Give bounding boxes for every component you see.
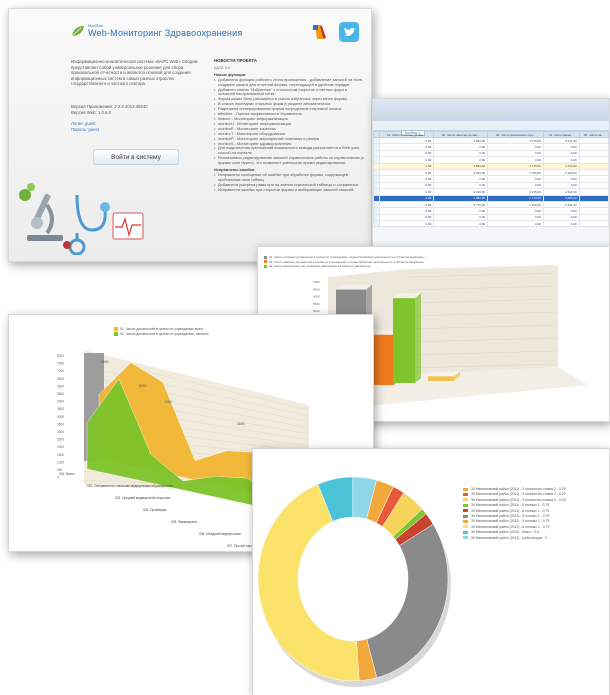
twitter-link[interactable] xyxy=(339,22,359,42)
news-item: Исправлена ошибка при открытии формы и в… xyxy=(214,187,364,193)
y-tick-label: 2500 xyxy=(57,438,64,442)
data-label: 7000 xyxy=(164,400,172,404)
legend-swatch xyxy=(463,520,468,524)
data-label: 8000 xyxy=(139,384,147,388)
y-tick-label: 6000 xyxy=(313,295,320,299)
x-tick-label: 004. Провизоры xyxy=(143,508,167,512)
table-row[interactable]: 0.00 0.00 0.00 0.00 xyxy=(373,220,609,228)
y-tick-label: 5500 xyxy=(313,302,320,306)
web-lab-logo-icon xyxy=(313,25,326,39)
twitter-icon xyxy=(343,27,355,36)
legend-label: 30 Механический район (2012) - 8 полных … xyxy=(471,519,550,524)
y-tick-label: 1500 xyxy=(57,453,64,457)
legend-swatch xyxy=(463,530,468,534)
bar[interactable] xyxy=(393,293,421,383)
legend-label: 30 Механический район (2011) - 8 полных … xyxy=(471,508,550,513)
y-tick-label: 5000 xyxy=(313,309,320,313)
x-tick-label: 006. Младший медперсонал xyxy=(199,532,241,536)
y-tick-label: 4000 xyxy=(57,415,64,419)
table-cell[interactable]: 0.00 xyxy=(542,220,580,228)
login-window: MedStat Web-Мониторинг Здравоохранения И… xyxy=(8,8,372,262)
window-header xyxy=(373,99,609,121)
y-tick-label: 8000 xyxy=(57,354,64,358)
y-tick-label: 3000 xyxy=(57,430,64,434)
y-tick-label: 7500 xyxy=(57,362,64,366)
brand-name: Web-Мониторинг Здравоохранения xyxy=(88,28,243,38)
donut-chart-legend: 30 Механический район (2011) - 3 полност… xyxy=(463,487,566,541)
flask-icon xyxy=(63,241,71,249)
password-line: Пароль: guest xyxy=(71,127,99,132)
legend-swatch xyxy=(463,525,468,529)
fixed-bugs-list: Исправлено сообщение об ошибке при обраб… xyxy=(214,172,364,193)
app-brand: MedStat Web-Мониторинг Здравоохранения xyxy=(71,23,242,38)
data-label: 3600 xyxy=(237,422,245,426)
legend-swatch xyxy=(463,493,468,497)
legend-swatch xyxy=(463,509,468,513)
legend-label: 30 Механический район (2012) - 8 полных … xyxy=(471,524,550,529)
table-body: 0.00 4 800,00 4 175,00 4 611,00 0.00 0.00 0.00… xyxy=(373,136,609,228)
y-tick-label: 3500 xyxy=(57,422,64,426)
x-tick-label: 001. Всего xyxy=(59,472,75,476)
legend-item: 30 Механический район (2013) - работающи… xyxy=(463,536,566,541)
social-links xyxy=(309,21,359,43)
leaf-logo-icon xyxy=(71,25,84,36)
y-tick-label: 0 xyxy=(57,476,59,480)
y-tick-label: 7000 xyxy=(313,280,320,284)
y-tick-label: 6500 xyxy=(57,377,64,381)
legend-label: 30 Механический район (2012) - 8 полных … xyxy=(471,514,550,519)
x-tick-label: 005. Фармацевты xyxy=(171,520,198,524)
y-tick-label: 5000 xyxy=(57,400,64,404)
data-grid-window: Колбец: 1 01. Число штатных должн... 02.… xyxy=(372,98,610,248)
legend-label: 30 Механический район (2011) - 8 полных … xyxy=(471,503,550,508)
grid-toolbar: Колбец: 1 xyxy=(373,121,609,136)
version-info: Версия Приложения: 2.2.2.2013.39240 Верс… xyxy=(71,104,148,116)
table-cell[interactable]: 0.00 xyxy=(378,220,435,228)
legend-swatch xyxy=(463,514,468,518)
donut-hole xyxy=(298,517,408,641)
x-tick-label: 002. Специалисты с высшим медицинским об… xyxy=(87,484,173,488)
legend-label: 30 Механический район (2012) - Всего - 0… xyxy=(471,530,540,535)
legend-label: 30 Механический район (2011) - 3 полност… xyxy=(471,492,566,497)
donut-chart xyxy=(257,476,451,687)
data-table: 01. Число штатных должн... 02. Число зан… xyxy=(373,131,609,228)
version-web: Версия Web: 1.0.6.0 xyxy=(71,110,112,115)
legend-swatch xyxy=(463,536,468,540)
new-functions-list: Добавлена функция рабочего стола приложе… xyxy=(214,77,364,166)
bar[interactable] xyxy=(428,371,460,381)
table-cell[interactable]: 0.00 xyxy=(487,220,544,228)
y-tick-label: 6500 xyxy=(313,287,320,291)
table-cell[interactable] xyxy=(578,220,609,228)
microscope-icon xyxy=(27,193,63,241)
login-button[interactable]: Войти в систему xyxy=(93,149,179,165)
y-tick-label: 2000 xyxy=(57,445,64,449)
legend-label: 30 Механический район (2011) - 3 полност… xyxy=(471,497,566,502)
legend-swatch xyxy=(463,487,468,491)
pills-icon xyxy=(19,183,35,201)
news-date: ДАТА 0.0 xyxy=(214,64,231,70)
legend-label: 30 Механический район (2011) - 3 полност… xyxy=(471,487,566,491)
system-description: Информационно-аналитическая система «БАР… xyxy=(71,59,198,87)
heart-monitor-icon xyxy=(112,212,144,240)
medical-illustration xyxy=(19,183,144,255)
stethoscope-icon xyxy=(68,194,110,255)
news-title: НОВОСТИ ПРОЕКТА xyxy=(214,58,257,63)
y-tick-label: 1000 xyxy=(57,460,64,464)
y-tick-label: 5500 xyxy=(57,392,64,396)
y-tick-label: 7000 xyxy=(57,369,64,373)
project-news: НОВОСТИ ПРОЕКТА ДАТА 0.0 Новые функции: … xyxy=(214,58,364,193)
x-tick-label: 003. Средний медицинский персонал xyxy=(115,496,170,500)
table-cell[interactable]: 0.00 xyxy=(433,220,489,228)
legend-label: 30 Механический район (2013) - работающи… xyxy=(471,535,548,540)
y-tick-label: 6000 xyxy=(57,384,64,388)
legend-swatch xyxy=(463,503,468,507)
news-item: Реализована редактирование записей справ… xyxy=(214,155,364,166)
donut-chart-window: 30 Механический район (2011) - 3 полност… xyxy=(252,448,610,695)
data-label: 5000 xyxy=(101,360,109,364)
guest-credentials: Логин: guest Пароль: guest xyxy=(71,121,99,133)
web-lab-link[interactable] xyxy=(309,21,331,43)
y-tick-label: 4500 xyxy=(57,407,64,411)
legend-swatch xyxy=(463,498,468,502)
